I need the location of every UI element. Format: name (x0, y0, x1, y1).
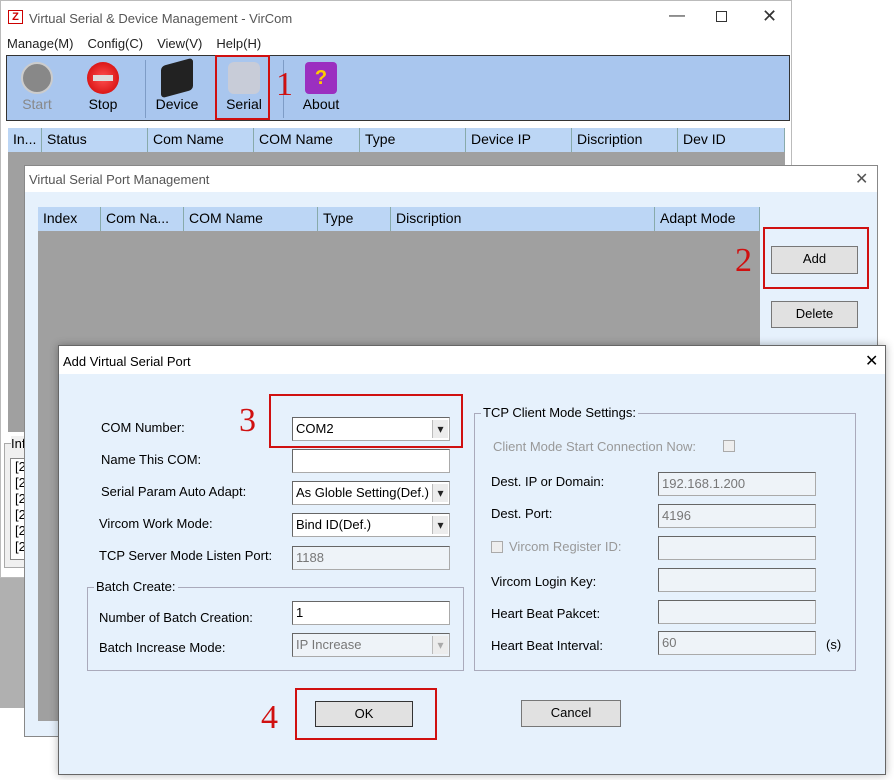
auto-adapt-select[interactable]: As Globle Setting(Def.) (292, 481, 450, 505)
column-header[interactable]: Discription (572, 128, 678, 152)
heartbeat-packet-input[interactable] (658, 600, 816, 624)
column-header[interactable]: Adapt Mode (655, 207, 760, 231)
batch-group-label: Batch Create: (94, 579, 178, 594)
cancel-button[interactable]: Cancel (521, 700, 621, 727)
menu-config[interactable]: Config(C) (87, 36, 143, 51)
heartbeat-interval-input[interactable]: 60 (658, 631, 816, 655)
com-number-label: COM Number: (101, 420, 185, 435)
work-mode-select[interactable]: Bind ID(Def.) (292, 513, 450, 537)
maximize-button[interactable] (716, 11, 727, 22)
column-header[interactable]: COM Name (184, 207, 318, 231)
login-key-label: Vircom Login Key: (491, 574, 597, 589)
work-mode-label: Vircom Work Mode: (99, 516, 213, 531)
column-header[interactable]: Index (38, 207, 101, 231)
play-icon (21, 62, 53, 94)
close-button[interactable]: ✕ (855, 169, 868, 189)
tcp-group-label: TCP Client Mode Settings: (481, 405, 638, 420)
menu-view[interactable]: View(V) (157, 36, 202, 51)
register-id-label: Vircom Register ID: (509, 539, 622, 554)
stop-button[interactable]: Stop (79, 56, 127, 120)
menu-manage[interactable]: Manage(M) (7, 36, 73, 51)
main-lower-area (0, 578, 24, 708)
minimize-button[interactable]: — (669, 7, 685, 25)
annotation-box-1 (215, 55, 270, 120)
annotation-step-2: 2 (735, 242, 752, 279)
menu-bar: Manage(M) Config(C) View(V) Help(H) (7, 36, 275, 51)
device-button[interactable]: Device (151, 56, 203, 120)
register-id-checkbox[interactable] (491, 541, 503, 553)
help-book-icon: ? (305, 62, 337, 94)
delete-button[interactable]: Delete (771, 301, 858, 328)
column-header[interactable]: Discription (391, 207, 655, 231)
annotation-step-1: 1 (276, 66, 293, 103)
window-title: Virtual Serial & Device Management - Vir… (29, 11, 293, 26)
menu-help[interactable]: Help(H) (216, 36, 261, 51)
batch-create-group: Batch Create: (87, 579, 464, 671)
register-id-input[interactable] (658, 536, 816, 560)
listen-port-label: TCP Server Mode Listen Port: (99, 548, 273, 563)
client-start-checkbox[interactable] (723, 440, 735, 452)
batch-mode-label: Batch Increase Mode: (99, 640, 226, 655)
listen-port-input[interactable]: 1188 (292, 546, 450, 570)
dest-ip-label: Dest. IP or Domain: (491, 474, 605, 489)
column-header[interactable]: Type (318, 207, 391, 231)
dest-port-input[interactable]: 4196 (658, 504, 816, 528)
batch-mode-select[interactable]: IP Increase (292, 633, 450, 657)
dest-port-label: Dest. Port: (491, 506, 553, 521)
heartbeat-packet-label: Heart Beat Pakcet: (491, 606, 601, 621)
auto-adapt-label: Serial Param Auto Adapt: (101, 484, 247, 499)
device-table-header: In... Status Com Name COM Name Type Device IP… (8, 128, 785, 152)
toolbar-separator (145, 60, 146, 118)
column-header[interactable]: Com Name (148, 128, 254, 152)
login-key-input[interactable] (658, 568, 816, 592)
column-header[interactable]: Com Na... (101, 207, 184, 231)
annotation-step-4: 4 (261, 699, 278, 736)
batch-number-label: Number of Batch Creation: (99, 610, 253, 625)
about-button[interactable]: ? About (293, 56, 349, 120)
start-button[interactable]: Start (13, 56, 61, 120)
stop-icon (87, 62, 119, 94)
close-button[interactable]: ✕ (865, 351, 878, 371)
annotation-box-3 (269, 394, 463, 448)
column-header[interactable]: Dev ID (678, 128, 785, 152)
column-header[interactable]: Device IP (466, 128, 572, 152)
toolbar: Start Stop Device Serial ? About (6, 55, 790, 121)
column-header[interactable]: COM Name (254, 128, 360, 152)
annotation-box-4 (295, 688, 437, 740)
column-header[interactable]: Type (360, 128, 466, 152)
name-com-input[interactable] (292, 449, 450, 473)
interval-unit: (s) (826, 637, 842, 652)
annotation-step-3: 3 (239, 402, 256, 439)
batch-number-input[interactable]: 1 (292, 601, 450, 625)
dest-ip-input[interactable]: 192.168.1.200 (658, 472, 816, 496)
dialog-title: Add Virtual Serial Port (63, 354, 191, 369)
column-header[interactable]: In... (8, 128, 42, 152)
close-button[interactable]: ✕ (762, 6, 777, 27)
port-table-header: Index Com Na... COM Name Type Discription Ada… (38, 207, 760, 231)
column-header[interactable]: Status (42, 128, 148, 152)
annotation-box-2 (763, 227, 869, 289)
app-logo-icon: Z (8, 10, 23, 24)
heartbeat-interval-label: Heart Beat Interval: (491, 638, 603, 653)
device-icon (161, 57, 193, 99)
name-com-label: Name This COM: (101, 452, 202, 467)
dialog-title: Virtual Serial Port Management (29, 172, 210, 187)
client-start-label: Client Mode Start Connection Now: (493, 439, 697, 454)
